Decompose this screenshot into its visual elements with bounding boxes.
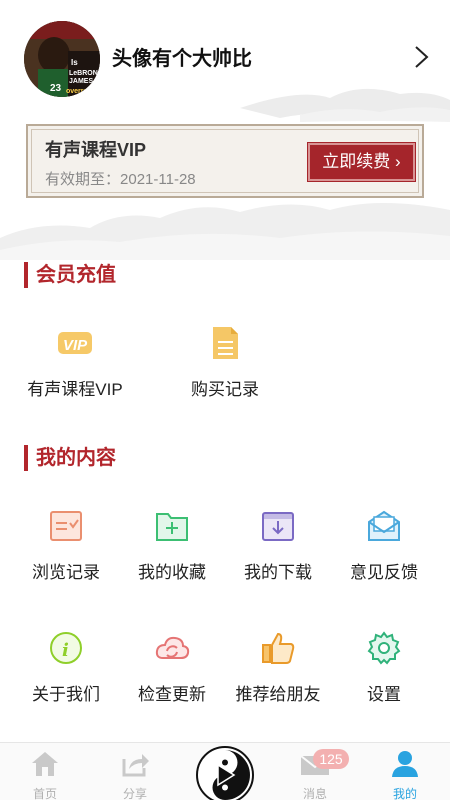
content-section-title: 我的内容 <box>24 445 116 471</box>
grid-item-check-update[interactable]: 检查更新 <box>116 630 228 720</box>
profile-header[interactable]: 23 Is LeBRON JAMES overrated? 头像有个大帅比 <box>0 18 450 98</box>
feedback-mail-icon <box>368 510 400 541</box>
tab-label: 首页 <box>32 787 57 800</box>
grid-item-label: 有声课程VIP <box>27 380 123 399</box>
grid-item-label: 推荐给朋友 <box>235 685 321 704</box>
tab-label: 分享 <box>122 787 147 800</box>
vip-icon: VIP <box>58 332 92 354</box>
grid-item-vip[interactable]: VIP 有声课程VIP <box>19 325 131 415</box>
document-icon <box>213 327 238 359</box>
renew-button[interactable]: 立即续费 › <box>307 142 416 182</box>
my-page: 23 Is LeBRON JAMES overrated? 头像有个大帅比 有声… <box>0 0 450 800</box>
tab-messages[interactable]: 125 消息 <box>270 743 360 800</box>
tab-mine[interactable]: 我的 <box>360 743 450 800</box>
grid-item-label: 购买记录 <box>191 380 259 399</box>
message-count-badge: 125 <box>313 749 349 769</box>
vip-expire: 有效期至：2021-11-28 <box>45 168 196 189</box>
user-icon <box>392 751 418 777</box>
grid-item-favorites[interactable]: 我的收藏 <box>116 508 228 598</box>
grid-item-about[interactable]: i 关于我们 <box>10 630 122 720</box>
yin-yang-play-icon <box>200 750 250 800</box>
grid-item-label: 关于我们 <box>32 685 100 704</box>
grid-item-label: 意见反馈 <box>350 563 418 582</box>
grid-item-recommend[interactable]: 推荐给朋友 <box>222 630 334 720</box>
grid-item-label: 我的收藏 <box>138 563 206 582</box>
grid-item-label: 我的下载 <box>244 563 312 582</box>
share-icon <box>122 754 149 777</box>
tab-share[interactable]: 分享 <box>90 743 180 800</box>
grid-item-settings[interactable]: 设置 <box>328 630 440 720</box>
favorite-folder-icon <box>156 513 188 541</box>
thumbs-up-icon <box>262 632 295 664</box>
vip-card: 有声课程VIP 有效期至：2021-11-28 立即续费 › <box>26 124 424 198</box>
grid-item-history[interactable]: 浏览记录 <box>10 508 122 598</box>
member-section-title: 会员充值 <box>24 262 116 288</box>
grid-item-label: 浏览记录 <box>32 563 100 582</box>
svg-text:23: 23 <box>50 83 62 94</box>
history-icon <box>50 511 82 541</box>
nickname: 头像有个大帅比 <box>112 48 252 70</box>
info-icon: i <box>50 632 82 664</box>
grid-item-purchase-history[interactable]: 购买记录 <box>169 325 281 415</box>
center-play-button[interactable] <box>196 746 254 800</box>
tab-label: 我的 <box>392 787 417 800</box>
vip-expire-label: 有效期至： <box>45 171 121 188</box>
svg-text:i: i <box>62 640 69 661</box>
grid-item-label: 设置 <box>367 685 401 704</box>
svg-text:VIP: VIP <box>63 337 88 354</box>
avatar-caption-3: JAMES <box>69 78 93 85</box>
avatar-image: 23 Is LeBRON JAMES overrated? <box>24 21 100 97</box>
vip-title: 有声课程VIP <box>45 140 147 160</box>
chevron-right-icon[interactable] <box>410 44 432 70</box>
avatar[interactable]: 23 Is LeBRON JAMES overrated? <box>24 21 100 97</box>
grid-item-feedback[interactable]: 意见反馈 <box>328 508 440 598</box>
avatar-caption-2: LeBRON <box>69 70 98 77</box>
avatar-caption-1: Is <box>71 58 78 67</box>
gear-icon <box>367 631 401 665</box>
grid-item-downloads[interactable]: 我的下载 <box>222 508 334 598</box>
home-icon <box>32 752 58 776</box>
download-box-icon <box>262 512 294 541</box>
vip-expire-date: 2021-11-28 <box>120 171 196 188</box>
cloud-refresh-icon <box>155 636 190 659</box>
grid-item-label: 检查更新 <box>138 685 206 704</box>
avatar-caption-4: overrated? <box>66 88 100 95</box>
tab-label: 消息 <box>302 787 327 800</box>
tab-home[interactable]: 首页 <box>0 743 90 800</box>
